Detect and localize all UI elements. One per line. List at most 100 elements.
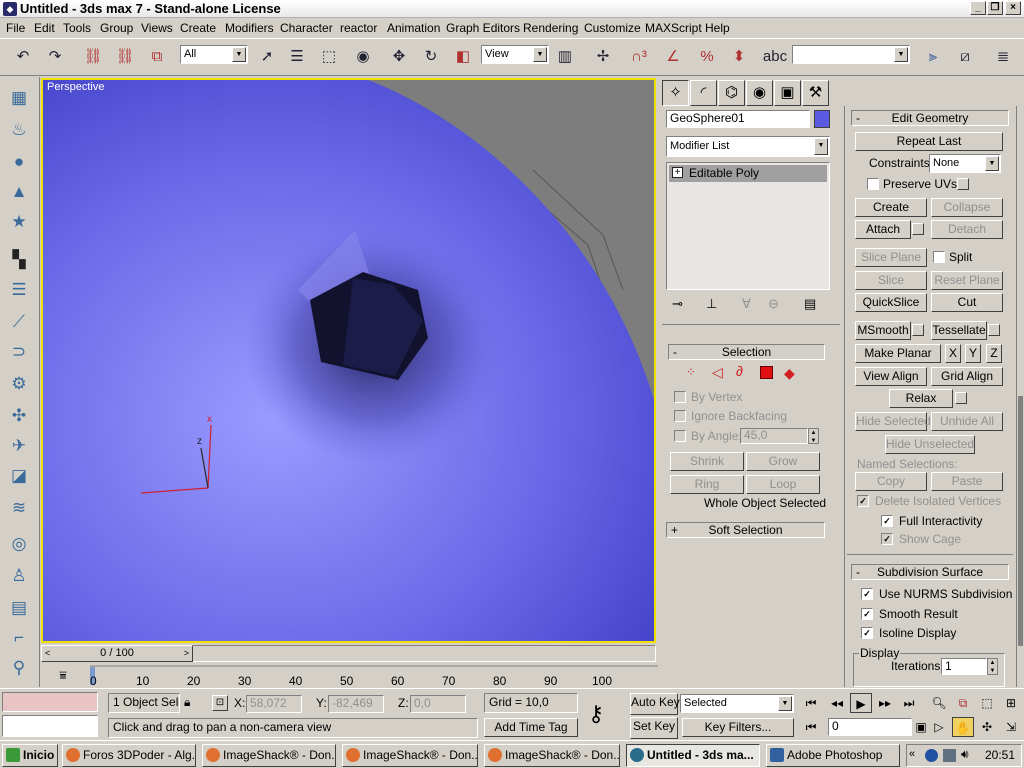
- undo-icon[interactable]: ↶: [10, 44, 36, 70]
- menu-character[interactable]: Character: [280, 21, 333, 35]
- edge-icon[interactable]: ◁: [712, 364, 723, 381]
- isoline-display-checkbox[interactable]: ✓: [861, 627, 873, 639]
- tessellate-button[interactable]: Tessellate: [931, 321, 987, 340]
- task-firefox-3[interactable]: ImageShack® - Don...: [342, 744, 478, 767]
- by-vertex-checkbox[interactable]: [674, 391, 686, 403]
- remove-modifier-icon[interactable]: ⊖: [768, 296, 779, 312]
- menu-animation[interactable]: Animation: [387, 21, 440, 35]
- angle-spinner[interactable]: ▲ ▼: [808, 428, 819, 444]
- y-coord-field[interactable]: -82,469: [328, 695, 384, 713]
- minimize-button[interactable]: _: [970, 1, 986, 15]
- paste-button[interactable]: Paste: [931, 472, 1003, 491]
- cone-icon[interactable]: ▲: [6, 179, 32, 205]
- grid-align-button[interactable]: Grid Align: [931, 367, 1003, 386]
- volume-icon[interactable]: 🔊︎: [961, 747, 969, 762]
- ring-icon[interactable]: ◎: [6, 531, 32, 557]
- x-coord-field[interactable]: 58,072: [246, 695, 302, 713]
- lock-icon[interactable]: 🔒︎: [184, 695, 190, 710]
- perspective-viewport[interactable]: Perspective x z: [41, 78, 656, 643]
- grow-button[interactable]: Grow: [746, 452, 820, 471]
- bone-icon[interactable]: ⌐: [6, 625, 32, 651]
- stack-item-editable-poly[interactable]: + Editable Poly: [669, 165, 827, 182]
- current-frame-field[interactable]: 0: [828, 718, 912, 736]
- key-mode-toggle-icon[interactable]: ⏮: [800, 717, 822, 737]
- split-checkbox[interactable]: [933, 251, 945, 263]
- element-icon[interactable]: ◆: [784, 365, 795, 382]
- magnet-icon[interactable]: ⊃: [6, 339, 32, 365]
- vertex-icon[interactable]: ⁘: [686, 365, 696, 379]
- relax-settings-button[interactable]: [955, 392, 967, 404]
- tube-icon[interactable]: ⟋: [6, 309, 32, 335]
- mirror-icon[interactable]: ⫸: [920, 44, 946, 70]
- start-button[interactable]: Inicio: [2, 744, 58, 767]
- tray-expand-icon[interactable]: «: [909, 748, 915, 760]
- subdivision-surface-header[interactable]: - Subdivision Surface: [851, 564, 1009, 580]
- layers-icon[interactable]: ☰: [6, 277, 32, 303]
- border-icon[interactable]: ∂: [736, 363, 743, 379]
- select-scale-icon[interactable]: ◧: [450, 44, 476, 70]
- menu-group[interactable]: Group: [100, 21, 133, 35]
- make-unique-icon[interactable]: ∀: [742, 296, 751, 312]
- reset-plane-button[interactable]: Reset Plane: [931, 271, 1003, 290]
- select-object-icon[interactable]: ➚: [254, 44, 280, 70]
- attach-list-button[interactable]: [912, 223, 924, 235]
- arc-rotate-icon[interactable]: ✣: [976, 717, 998, 737]
- delete-isolated-checkbox[interactable]: ✓: [857, 495, 869, 507]
- panel-icon[interactable]: ▤: [6, 595, 32, 621]
- repeat-last-button[interactable]: Repeat Last: [855, 132, 1003, 151]
- select-manipulate-icon[interactable]: ✢: [590, 44, 616, 70]
- hide-unselected-button[interactable]: Hide Unselected: [885, 435, 975, 454]
- menu-reactor[interactable]: reactor: [340, 21, 377, 35]
- task-firefox-1[interactable]: Foros 3DPoder - Alg...: [62, 744, 196, 767]
- hide-selected-button[interactable]: Hide Selected: [855, 412, 931, 431]
- motion-tab-icon[interactable]: ◉: [746, 80, 773, 106]
- set-key-mode-icon[interactable]: ⚷: [588, 701, 604, 727]
- shrink-button[interactable]: Shrink: [670, 452, 744, 471]
- close-button[interactable]: ×: [1005, 1, 1021, 15]
- network-icon[interactable]: [925, 749, 938, 762]
- next-frame-icon[interactable]: >: [184, 646, 189, 661]
- go-to-start-icon[interactable]: ⏮: [800, 693, 822, 713]
- auto-key-button[interactable]: Auto Key: [630, 693, 680, 715]
- viewport-label[interactable]: Perspective: [47, 81, 104, 93]
- zoom-icon[interactable]: 🔍︎: [928, 693, 950, 713]
- key-filters-button[interactable]: Key Filters...: [682, 718, 794, 737]
- fan-icon[interactable]: ✈: [6, 433, 32, 459]
- modifier-list-dropdown[interactable]: Modifier List ▼: [666, 136, 830, 157]
- go-to-end-icon[interactable]: ⏭: [898, 693, 920, 713]
- attach-button[interactable]: Attach: [855, 220, 911, 239]
- object-color-swatch[interactable]: [814, 110, 830, 128]
- detach-button[interactable]: Detach: [931, 220, 1003, 239]
- select-rotate-icon[interactable]: ↻: [418, 44, 444, 70]
- restore-button[interactable]: ❐: [987, 1, 1003, 15]
- pan-hand-icon[interactable]: ✋: [952, 717, 974, 737]
- layer-manager-icon[interactable]: ≣: [990, 44, 1016, 70]
- ignore-backfacing-checkbox[interactable]: [674, 410, 686, 422]
- collapse-button[interactable]: Collapse: [931, 198, 1003, 217]
- create-tab-icon[interactable]: ✧: [662, 80, 689, 106]
- z-coord-field[interactable]: 0,0: [410, 695, 466, 713]
- selection-filter-dropdown[interactable]: All ▼: [180, 45, 248, 64]
- iterations-field[interactable]: 1: [941, 658, 987, 675]
- preserve-uvs-settings-button[interactable]: [957, 178, 969, 190]
- task-firefox-2[interactable]: ImageShack® - Don...: [202, 744, 336, 767]
- show-cage-checkbox[interactable]: ✓: [881, 533, 893, 545]
- menu-edit[interactable]: Edit: [34, 21, 55, 35]
- ring-button[interactable]: Ring: [670, 475, 744, 494]
- planar-y-button[interactable]: Y: [965, 344, 981, 363]
- maxscript-input[interactable]: [2, 715, 98, 737]
- planar-x-button[interactable]: X: [945, 344, 961, 363]
- cloth-icon[interactable]: ◪: [6, 463, 32, 489]
- make-planar-button[interactable]: Make Planar: [855, 344, 941, 363]
- menu-create[interactable]: Create: [180, 21, 216, 35]
- select-move-icon[interactable]: ✥: [386, 44, 412, 70]
- spinner-snap-icon[interactable]: ⬍: [726, 44, 752, 70]
- msmooth-settings-button[interactable]: [912, 324, 924, 336]
- loop-button[interactable]: Loop: [746, 475, 820, 494]
- angle-snap-icon[interactable]: ∠: [660, 44, 686, 70]
- rectangular-selection-icon[interactable]: ⬚: [316, 44, 342, 70]
- set-key-button[interactable]: Set Key: [630, 717, 678, 739]
- slice-button[interactable]: Slice: [855, 271, 927, 290]
- create-button[interactable]: Create: [855, 198, 927, 217]
- configure-modifier-sets-icon[interactable]: ▤: [804, 296, 816, 312]
